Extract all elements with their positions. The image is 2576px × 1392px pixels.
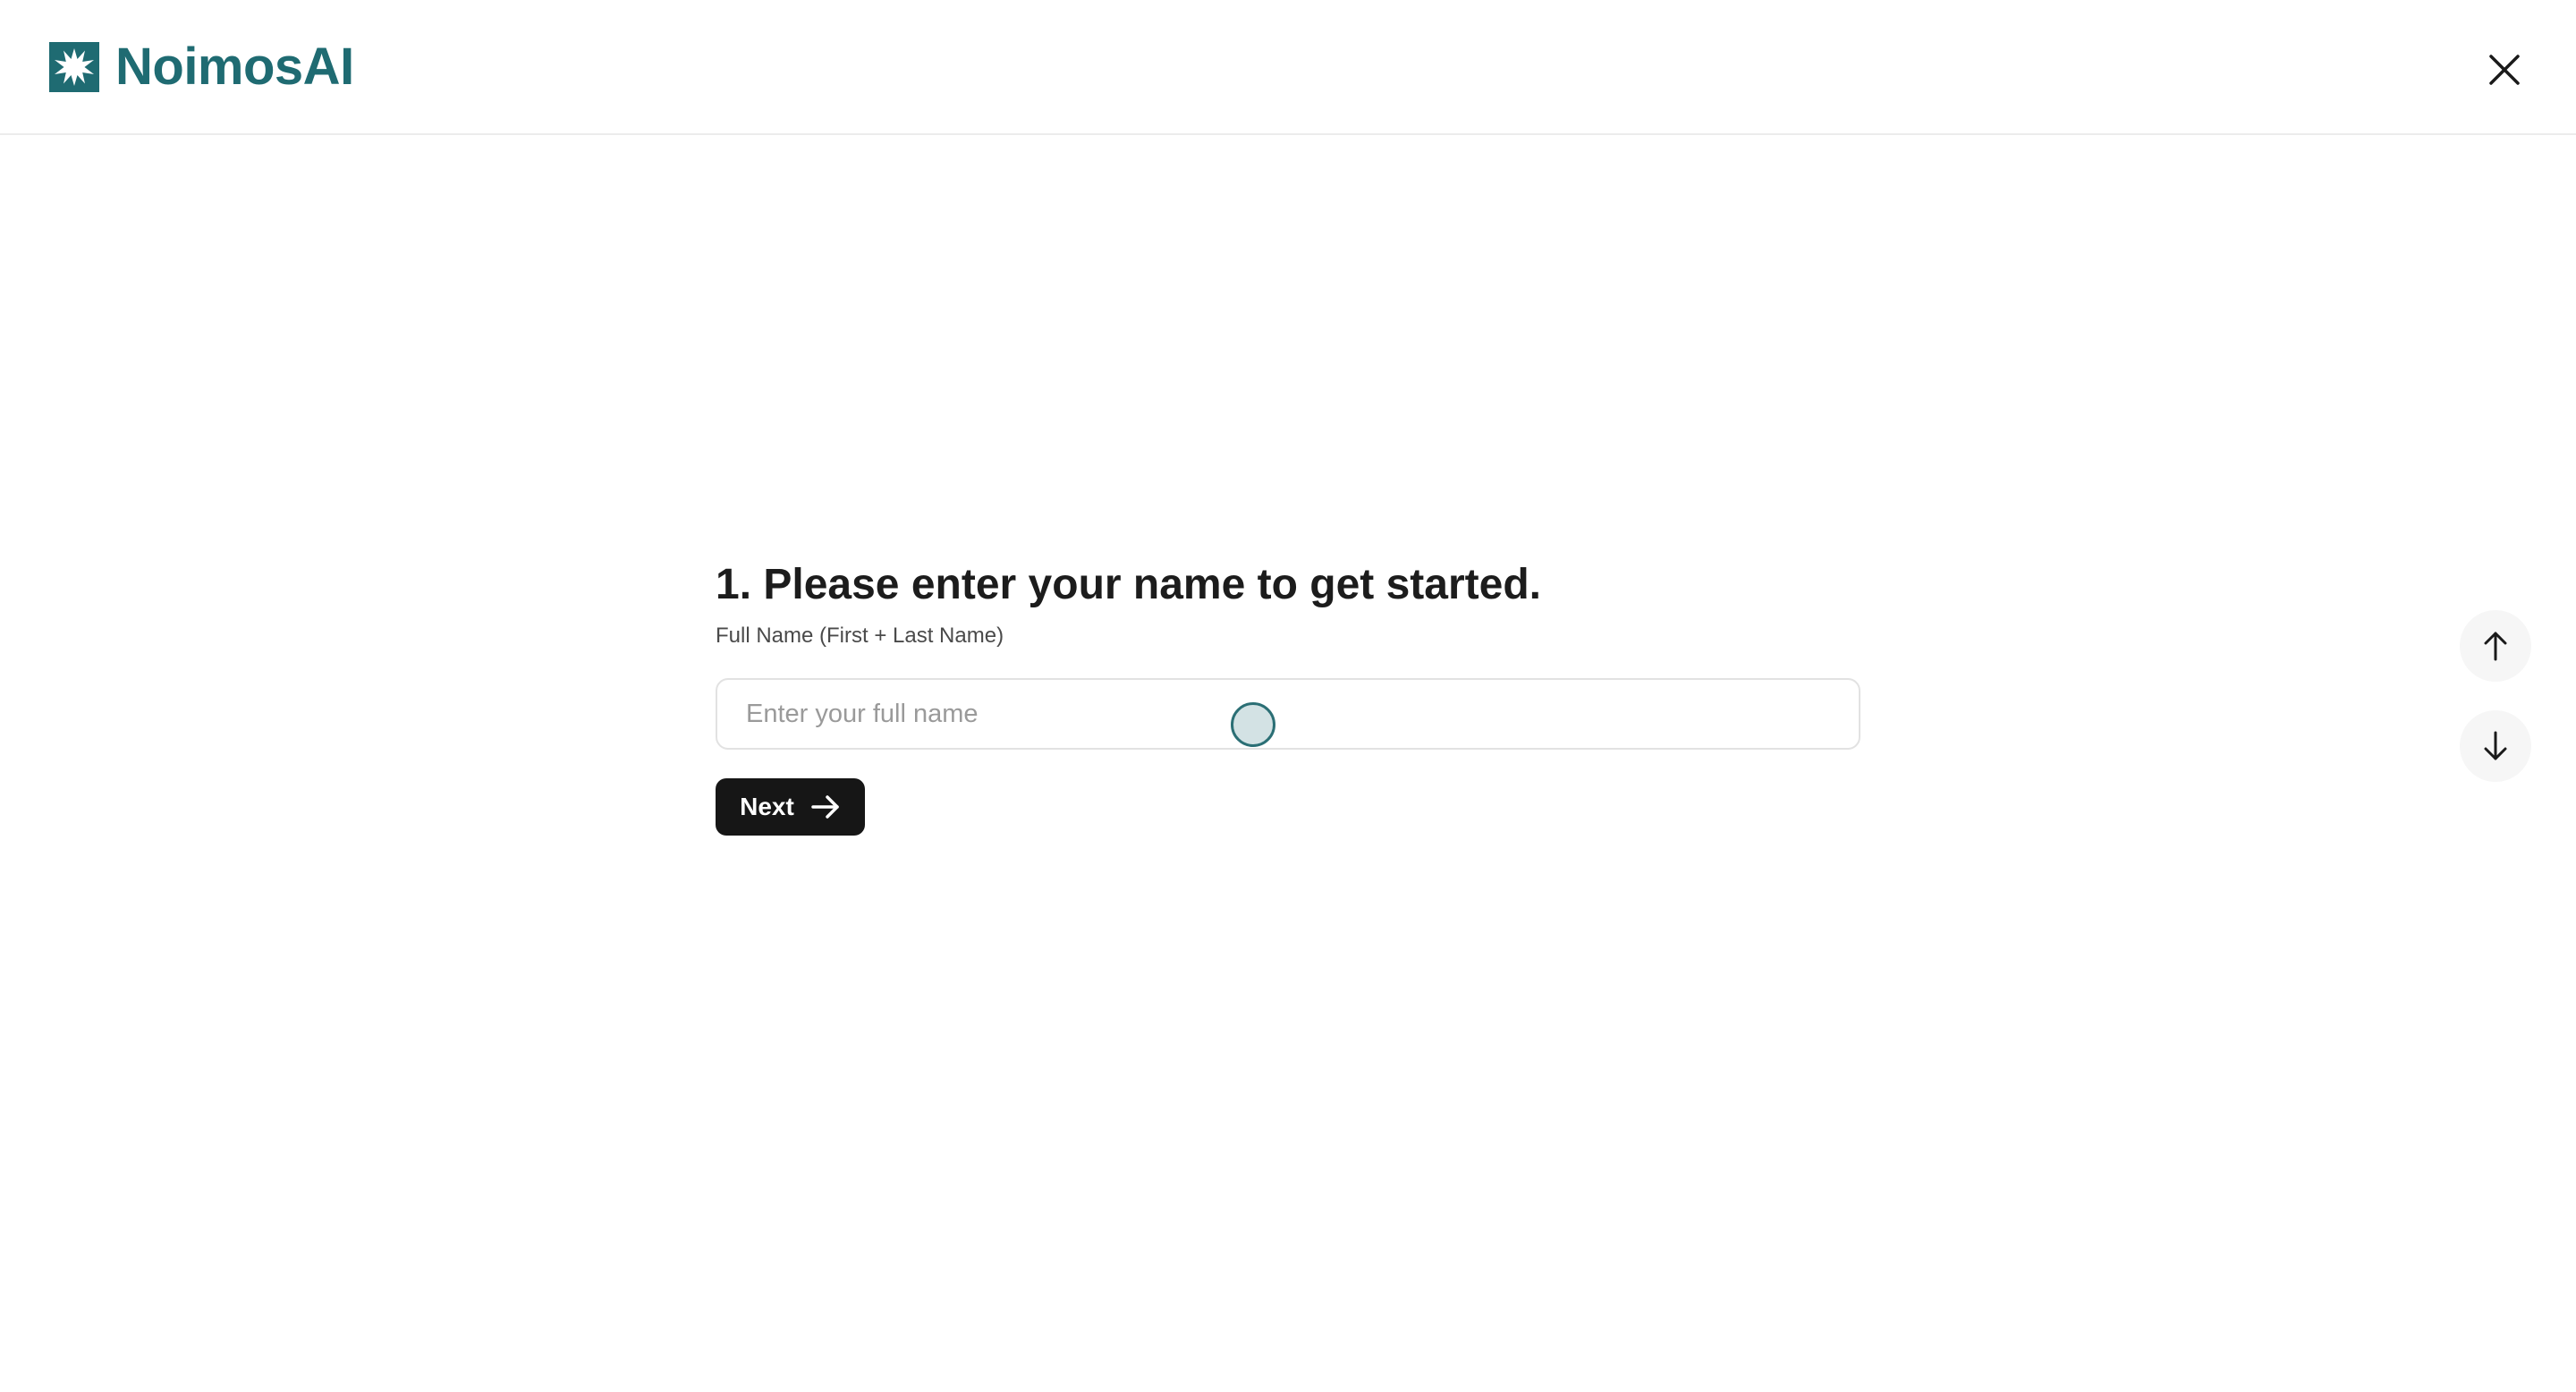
close-button[interactable]	[2478, 43, 2531, 97]
next-question-button[interactable]	[2460, 710, 2531, 782]
next-button[interactable]: Next	[716, 778, 865, 836]
full-name-input-wrapper	[716, 678, 1860, 750]
arrow-down-icon	[2484, 731, 2507, 760]
arrow-right-icon	[810, 794, 841, 819]
close-icon	[2489, 55, 2520, 85]
starburst-logo-icon	[49, 42, 99, 92]
full-name-input[interactable]	[716, 678, 1860, 750]
brand-name: NoimosAI	[115, 38, 354, 96]
arrow-up-icon	[2484, 632, 2507, 661]
previous-question-button[interactable]	[2460, 610, 2531, 682]
question-title: 1. Please enter your name to get started…	[716, 561, 1541, 608]
form-step: 1. Please enter your name to get started…	[716, 555, 1860, 836]
brand-logo[interactable]: NoimosAI	[49, 41, 354, 93]
full-name-label: Full Name (First + Last Name)	[716, 624, 1004, 648]
top-bar: NoimosAI	[0, 0, 2576, 135]
next-button-label: Next	[740, 793, 794, 820]
